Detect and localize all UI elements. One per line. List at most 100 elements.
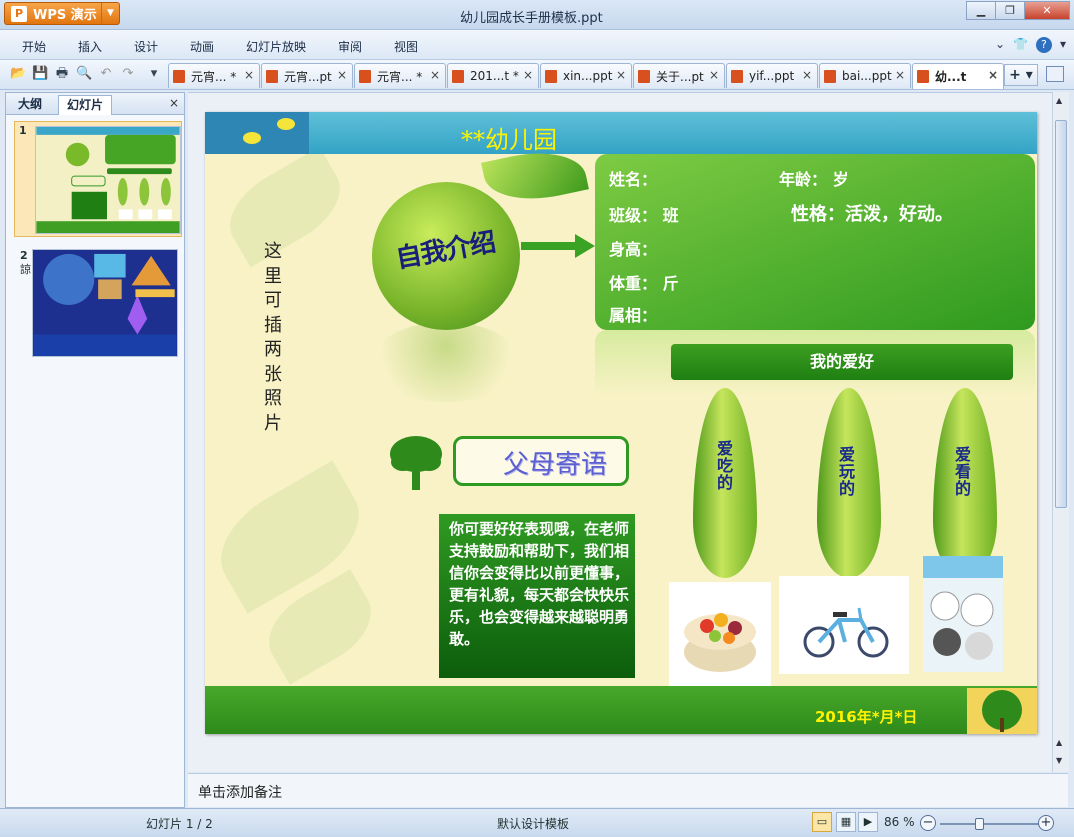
- doc-tab[interactable]: bai...ppt ×: [819, 63, 911, 88]
- app-menu-button[interactable]: P WPS 演示 ▼: [4, 2, 120, 25]
- bicycle-photo[interactable]: [779, 576, 909, 674]
- scroll-up-icon[interactable]: ▲: [1056, 96, 1062, 105]
- menu-insert[interactable]: 插入: [78, 38, 102, 55]
- notes-placeholder[interactable]: 单击添加备注: [198, 782, 282, 802]
- doc-tab-label: yif...ppt: [749, 69, 795, 83]
- help-icon[interactable]: ?: [1035, 37, 1052, 53]
- save-icon[interactable]: 💾: [32, 66, 48, 82]
- arrow-shape[interactable]: [521, 242, 577, 250]
- zoom-in-button[interactable]: +: [1038, 815, 1054, 831]
- info-textbox[interactable]: 姓名： 年龄： 岁 班级： 班 性格：活泼，好动。 身高： 体重： 斤 属相：: [595, 154, 1035, 330]
- cartoon-dvd-photo[interactable]: [923, 556, 1003, 672]
- help-dropdown-icon[interactable]: ▾: [1060, 37, 1066, 53]
- doc-tab[interactable]: 关于...pt ×: [633, 63, 725, 88]
- menu-home[interactable]: 开始: [22, 38, 46, 55]
- bg-leaf-decoration: [215, 146, 355, 268]
- thumb-extra: 諒: [20, 263, 31, 276]
- doc-tab-label: bai...ppt: [842, 69, 892, 83]
- doc-tab-active[interactable]: 幼...t ×: [912, 63, 1004, 89]
- close-tab-icon[interactable]: ×: [523, 68, 533, 82]
- doc-tab-label: 201...t *: [470, 69, 519, 83]
- skin-icon[interactable]: 👕: [1013, 37, 1028, 53]
- slide-canvas[interactable]: **幼儿园 自我介绍 姓名： 年龄： 岁 班级： 班 性格：活泼，好动。 身高：…: [205, 112, 1037, 734]
- redo-icon[interactable]: ↷: [120, 66, 136, 82]
- doc-tab[interactable]: yif...ppt ×: [726, 63, 818, 88]
- close-tab-icon[interactable]: ×: [988, 68, 998, 82]
- new-tab-button[interactable]: + ▾: [1004, 64, 1038, 86]
- quick-toolbar: 📂 💾 🖶 🔍 ↶ ↷ ▾ 元宵... * × 元宵...pt × 元宵... * ×…: [0, 60, 1074, 90]
- slide-2-thumbnail[interactable]: [32, 249, 178, 357]
- apple-reflection: [372, 322, 520, 402]
- menu-view[interactable]: 视图: [394, 38, 418, 55]
- menu-right-tools: ⌄ 👕 ? ▾: [995, 37, 1066, 53]
- parents-title[interactable]: 父母寄语: [503, 444, 607, 481]
- undo-icon[interactable]: ↶: [98, 66, 114, 82]
- open-folder-icon[interactable]: 📂: [10, 66, 26, 82]
- zoom-out-button[interactable]: −: [920, 815, 936, 831]
- hobby-title[interactable]: 我的爱好: [671, 344, 1013, 380]
- hobby-play-text[interactable]: 爱玩的: [837, 446, 857, 497]
- hobby-eat-text[interactable]: 爱吃的: [715, 440, 735, 491]
- doc-tab[interactable]: xin...ppt ×: [540, 63, 632, 88]
- scrollbar-thumb[interactable]: [1055, 120, 1067, 508]
- date-text[interactable]: 2016年*月*日: [815, 706, 917, 727]
- close-tab-icon[interactable]: ×: [337, 68, 347, 82]
- scroll-down-icon[interactable]: ▼: [1056, 756, 1062, 765]
- menu-animation[interactable]: 动画: [190, 38, 214, 55]
- info-class: 班级： 班: [609, 206, 679, 225]
- vertical-scrollbar[interactable]: ▲ ▲ ▼: [1052, 92, 1069, 772]
- slide-counter: 幻灯片 1 / 2: [146, 817, 213, 831]
- notes-pane[interactable]: 单击添加备注: [188, 773, 1068, 807]
- close-tab-icon[interactable]: ×: [709, 68, 719, 82]
- menu-design[interactable]: 设计: [134, 38, 158, 55]
- chevron-down-icon[interactable]: ▼: [101, 3, 119, 24]
- doc-tab[interactable]: 201...t * ×: [447, 63, 539, 88]
- cake-photo[interactable]: [669, 582, 771, 686]
- close-tab-icon[interactable]: ×: [616, 68, 626, 82]
- photo-hint-text[interactable]: 这里可插两张照片: [261, 240, 285, 436]
- scroll-page-up-icon[interactable]: ▲: [1056, 738, 1062, 747]
- tab-slides[interactable]: 幻灯片: [58, 95, 113, 115]
- info-weight: 体重： 斤: [609, 274, 679, 293]
- doc-tab-label: 幼...t: [935, 70, 967, 84]
- doc-tab[interactable]: 元宵...pt ×: [261, 63, 353, 88]
- app-name: WPS 演示: [33, 8, 97, 23]
- tab-list-icon[interactable]: [1046, 66, 1064, 82]
- minimize-button[interactable]: ▁: [966, 1, 996, 20]
- close-tab-icon[interactable]: ×: [430, 68, 440, 82]
- hobby-watch-text[interactable]: 爱看的: [953, 446, 973, 497]
- doc-tab-label: 元宵...pt: [284, 69, 332, 84]
- kindergarten-title[interactable]: **幼儿园: [461, 120, 557, 155]
- info-zodiac: 属相：: [609, 306, 658, 325]
- bird-icon: [277, 118, 295, 130]
- close-window-button[interactable]: ✕: [1024, 1, 1070, 20]
- footer-tree-icon: [967, 688, 1037, 734]
- menu-review[interactable]: 审阅: [338, 38, 362, 55]
- maximize-button[interactable]: ❐: [995, 1, 1025, 20]
- slideshow-button[interactable]: ▶: [858, 812, 878, 832]
- tab-outline[interactable]: 大纲: [10, 95, 50, 115]
- zoom-slider-handle[interactable]: [975, 818, 984, 830]
- menu-slideshow[interactable]: 幻灯片放映: [246, 38, 306, 55]
- zoom-level[interactable]: 86 %: [884, 815, 915, 829]
- collapse-ribbon-icon[interactable]: ⌄: [995, 37, 1005, 53]
- close-tab-icon[interactable]: ×: [895, 68, 905, 82]
- close-tab-icon[interactable]: ×: [802, 68, 812, 82]
- arrow-head-shape: [575, 234, 595, 258]
- toolbar-more-icon[interactable]: ▾: [146, 66, 162, 82]
- normal-view-button[interactable]: ▭: [812, 812, 832, 832]
- print-icon[interactable]: 🖶: [54, 66, 70, 82]
- slide-sorter-button[interactable]: ▦: [836, 812, 856, 832]
- doc-tab[interactable]: 元宵... * ×: [168, 63, 260, 88]
- template-name[interactable]: 默认设计模板: [497, 815, 569, 832]
- slide-thumbnail-selected[interactable]: 1: [14, 121, 182, 237]
- zoom-slider[interactable]: [940, 823, 1040, 825]
- birds-image: [205, 112, 309, 154]
- print-preview-icon[interactable]: 🔍: [76, 66, 92, 82]
- close-tab-icon[interactable]: ×: [244, 68, 254, 82]
- doc-tab[interactable]: 元宵... * ×: [354, 63, 446, 88]
- doc-tab-label: 元宵... *: [377, 69, 423, 84]
- parents-message[interactable]: 你可要好好表现哦，在老师支持鼓励和帮助下，我们相信你会变得比以前更懂事，更有礼貌…: [439, 514, 635, 678]
- menu-bar: 开始 插入 设计 动画 幻灯片放映 审阅 视图 ⌄ 👕 ? ▾: [0, 30, 1074, 60]
- close-panel-icon[interactable]: ×: [169, 96, 179, 110]
